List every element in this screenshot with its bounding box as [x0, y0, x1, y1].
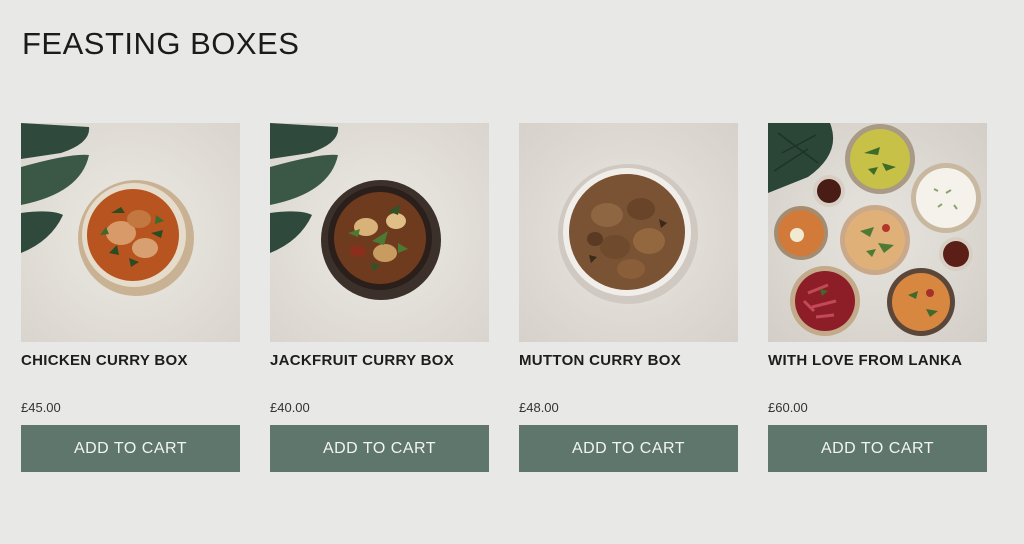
product-price: £40.00 [270, 400, 310, 415]
product-name[interactable]: MUTTON CURRY BOX [519, 352, 681, 369]
product-price: £45.00 [21, 400, 61, 415]
product-image-chicken-curry[interactable] [21, 123, 240, 342]
product-card: JACKFRUIT CURRY BOX £40.00 ADD TO CART [270, 123, 489, 472]
product-name[interactable]: WITH LOVE FROM LANKA [768, 352, 962, 369]
product-card: WITH LOVE FROM LANKA £60.00 ADD TO CART [768, 123, 987, 472]
add-to-cart-button[interactable]: ADD TO CART [768, 425, 987, 472]
product-card: MUTTON CURRY BOX £48.00 ADD TO CART [519, 123, 738, 472]
add-to-cart-button[interactable]: ADD TO CART [21, 425, 240, 472]
product-name[interactable]: JACKFRUIT CURRY BOX [270, 352, 454, 369]
product-image-lanka-feast[interactable] [768, 123, 987, 342]
product-price: £48.00 [519, 400, 559, 415]
product-card: CHICKEN CURRY BOX £45.00 ADD TO CART [21, 123, 240, 472]
product-image-mutton-curry[interactable] [519, 123, 738, 342]
product-price: £60.00 [768, 400, 808, 415]
add-to-cart-button[interactable]: ADD TO CART [519, 425, 738, 472]
product-name[interactable]: CHICKEN CURRY BOX [21, 352, 188, 369]
add-to-cart-button[interactable]: ADD TO CART [270, 425, 489, 472]
page-title: FEASTING BOXES [22, 26, 300, 61]
product-grid: CHICKEN CURRY BOX £45.00 ADD TO CART JAC… [21, 123, 987, 472]
product-image-jackfruit-curry[interactable] [270, 123, 489, 342]
